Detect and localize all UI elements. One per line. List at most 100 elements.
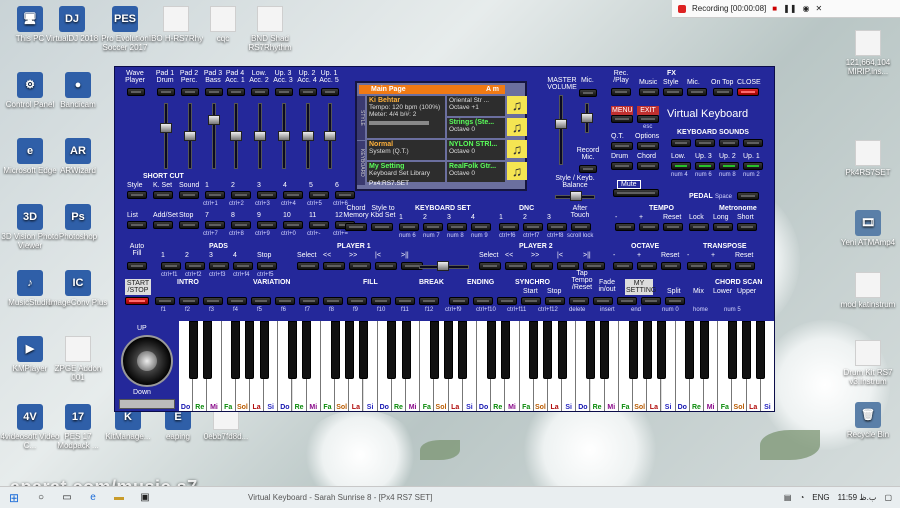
channel-button[interactable]: [299, 88, 317, 96]
player2-control-button[interactable]: [583, 262, 605, 270]
pad-button[interactable]: [185, 262, 205, 270]
channel-button[interactable]: [227, 88, 245, 96]
fx-button[interactable]: [639, 88, 659, 96]
pad-button[interactable]: [161, 262, 181, 270]
shortcut-button[interactable]: [257, 221, 277, 229]
close-button[interactable]: [737, 88, 759, 96]
piano-black-key[interactable]: [202, 321, 212, 379]
control-button[interactable]: [497, 297, 517, 305]
piano-black-key[interactable]: [330, 321, 340, 379]
crossfader-knob[interactable]: [437, 261, 449, 271]
close-icon[interactable]: ✕: [816, 4, 823, 13]
network-icon[interactable]: ▤: [784, 493, 792, 502]
menu-button[interactable]: [611, 115, 633, 123]
octave-button[interactable]: [661, 262, 681, 270]
chord-memory-button[interactable]: [345, 223, 367, 231]
piano-black-key[interactable]: [699, 321, 709, 379]
channel-slider-knob[interactable]: [230, 131, 242, 141]
record-mic-button[interactable]: [579, 165, 597, 173]
control-button[interactable]: [521, 297, 541, 305]
channel-slider-knob[interactable]: [302, 131, 314, 141]
shortcut-button[interactable]: [127, 191, 147, 199]
channel-button[interactable]: [275, 88, 293, 96]
piano-black-key[interactable]: [429, 321, 439, 379]
style-section-button[interactable]: [275, 297, 295, 305]
pedal-button[interactable]: [737, 192, 759, 200]
player1-control-button[interactable]: [349, 262, 371, 270]
style-section-button[interactable]: [419, 297, 439, 305]
windows-start-icon[interactable]: ⊞: [0, 491, 28, 505]
channel-slider-track[interactable]: [164, 103, 168, 169]
keyboard-sound-select-button[interactable]: [695, 162, 715, 170]
language-indicator[interactable]: ENG: [812, 493, 829, 502]
control-button[interactable]: [569, 297, 589, 305]
shortcut-button[interactable]: [257, 191, 277, 199]
piano-black-key[interactable]: [458, 321, 468, 379]
fx-button[interactable]: [687, 88, 707, 96]
dnc-button[interactable]: [523, 223, 543, 231]
desktop-icon[interactable]: 🗑 Recycle Bin: [838, 402, 898, 439]
shortcut-button[interactable]: [283, 191, 303, 199]
metronome-button[interactable]: [713, 223, 733, 231]
shortcut-button[interactable]: [127, 221, 147, 229]
explorer-icon[interactable]: ▬: [108, 489, 130, 507]
mute-button[interactable]: [613, 189, 659, 197]
edge-icon[interactable]: e: [82, 489, 104, 507]
transpose-button[interactable]: [687, 262, 707, 270]
desktop-icon[interactable]: ● Bandicam: [48, 72, 108, 109]
clock[interactable]: 11:59 ب.ظ: [838, 493, 877, 502]
style-section-button[interactable]: [347, 297, 367, 305]
desktop-icon[interactable]: IC ImageConv Plus: [48, 270, 108, 307]
desktop-icon[interactable]: Drum Kit RS7 v3.Instrum: [838, 340, 898, 386]
keyboard-set-button[interactable]: [423, 223, 443, 231]
piano-black-key[interactable]: [642, 321, 652, 379]
transpose-button[interactable]: [735, 262, 755, 270]
tempo-button[interactable]: [639, 223, 659, 231]
pad-button[interactable]: [233, 262, 253, 270]
style-section-button[interactable]: [179, 297, 199, 305]
player1-control-button[interactable]: [297, 262, 319, 270]
shortcut-button[interactable]: [205, 221, 225, 229]
keyboard-set-button[interactable]: [471, 223, 491, 231]
piano-black-key[interactable]: [302, 321, 312, 379]
lcd-upper2-pane[interactable]: Strings (Ste... Octave 0: [447, 118, 505, 138]
player1-control-button[interactable]: [375, 262, 397, 270]
channel-button[interactable]: [157, 88, 175, 96]
lcd-upper3-pane[interactable]: NYLON STRI... Octave 0: [447, 140, 505, 160]
store-icon[interactable]: ▣: [134, 489, 156, 507]
pad-button[interactable]: [209, 262, 229, 270]
master-volume-track[interactable]: [559, 95, 563, 165]
style-section-button[interactable]: [299, 297, 319, 305]
dnc-button[interactable]: [499, 223, 519, 231]
desktop-icon[interactable]: BND Shad RS7Rhythm: [240, 6, 300, 52]
fx-button[interactable]: [663, 88, 683, 96]
qt-button[interactable]: [611, 142, 633, 150]
tempo-button[interactable]: [615, 223, 635, 231]
style-section-button[interactable]: [155, 297, 175, 305]
piano-black-key[interactable]: [358, 321, 368, 379]
lcd-lower-pane[interactable]: RealFolk Gtr... Octave 0: [447, 162, 505, 182]
control-button[interactable]: [473, 297, 493, 305]
auto-fill-button[interactable]: [127, 262, 147, 270]
channel-slider-knob[interactable]: [160, 123, 172, 133]
keyboard-sound-select-button[interactable]: [719, 162, 739, 170]
piano-black-key[interactable]: [656, 321, 666, 379]
task-view-icon[interactable]: ▭: [56, 489, 78, 507]
pause-icon[interactable]: ❚❚: [783, 4, 796, 13]
piano-black-key[interactable]: [486, 321, 496, 379]
lcd-setting-pane[interactable]: My Setting Keyboard Set Library: [367, 162, 445, 182]
desktop-icon[interactable]: AR ARWizard: [48, 138, 108, 175]
piano-keyboard[interactable]: Do Re Mi Fa Sol La Si Do Re Mi Fa Sol La Si Do Re Mi Fa So…: [179, 321, 774, 411]
style-section-button[interactable]: [323, 297, 343, 305]
piano-black-key[interactable]: [387, 321, 397, 379]
chord-button[interactable]: [637, 162, 659, 170]
shortcut-button[interactable]: [153, 221, 173, 229]
keyboard-sound-button[interactable]: [671, 139, 691, 147]
piano-black-key[interactable]: [628, 321, 638, 379]
rec-play-button[interactable]: [611, 88, 631, 96]
control-button[interactable]: [545, 297, 565, 305]
keyboard-sound-select-button[interactable]: [743, 162, 763, 170]
keyboard-set-button[interactable]: [399, 223, 419, 231]
balance-knob[interactable]: [570, 191, 582, 201]
channel-button[interactable]: [181, 88, 199, 96]
